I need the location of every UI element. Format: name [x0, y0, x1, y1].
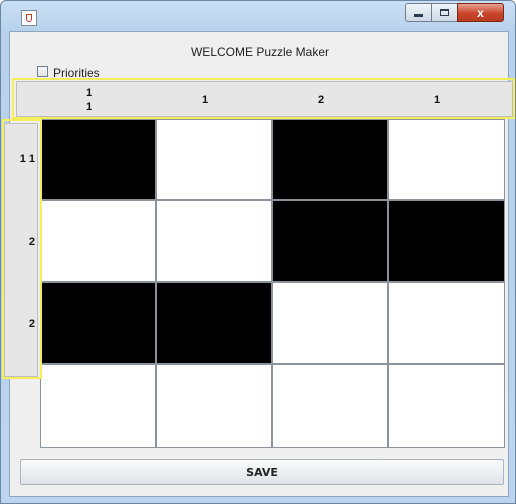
grid-cell-r2-c2[interactable] [157, 201, 271, 281]
grid-cell-r4-c2[interactable] [157, 365, 271, 447]
column-clue-number: 1 [85, 87, 93, 99]
close-button[interactable]: x [457, 3, 504, 22]
column-clue-number: 2 [317, 94, 325, 106]
grid-cell-r1-c3[interactable] [273, 120, 387, 199]
column-clues-bar: 11121 [16, 81, 513, 117]
column-clue-number: 1 [85, 101, 93, 113]
column-clue-3: 2 [263, 82, 379, 118]
grid-cell-r2-c1[interactable] [41, 201, 155, 281]
grid-cell-r4-c1[interactable] [41, 365, 155, 447]
column-clue-number: 1 [433, 94, 441, 106]
close-icon: x [477, 5, 484, 20]
maximize-icon [440, 9, 449, 16]
grid-cell-r2-c4[interactable] [389, 201, 504, 281]
app-window: x WELCOME Puzzle Maker Priorities 11121 … [0, 0, 516, 504]
column-clue-1: 11 [31, 82, 147, 118]
priorities-label[interactable]: Priorities [53, 66, 100, 80]
puzzle-grid [40, 119, 505, 448]
grid-cell-r4-c4[interactable] [389, 365, 504, 447]
column-clue-2: 1 [147, 82, 263, 118]
row-clue-1: 1 1 [19, 153, 35, 165]
row-clue-2: 2 [28, 236, 35, 248]
priorities-checkbox[interactable] [37, 66, 48, 77]
column-clue-4: 1 [379, 82, 495, 118]
grid-cell-r3-c1[interactable] [41, 283, 155, 363]
grid-cell-r2-c3[interactable] [273, 201, 387, 281]
row-clues-bar: 1 1 2 2 [4, 123, 38, 377]
column-clue-number: 1 [201, 94, 209, 106]
welcome-heading: WELCOME Puzzle Maker [190, 45, 330, 59]
title-bar[interactable]: x [1, 1, 516, 31]
grid-cell-r3-c3[interactable] [273, 283, 387, 363]
grid-cell-r1-c2[interactable] [157, 120, 271, 199]
grid-cell-r3-c2[interactable] [157, 283, 271, 363]
save-button[interactable]: SAVE [20, 459, 504, 485]
maximize-button[interactable] [431, 3, 458, 22]
grid-cell-r1-c1[interactable] [41, 120, 155, 199]
grid-cell-r1-c4[interactable] [389, 120, 504, 199]
minimize-icon [414, 14, 423, 17]
minimize-button[interactable] [405, 3, 432, 22]
java-app-icon[interactable] [21, 10, 37, 26]
row-clue-3: 2 [28, 318, 35, 330]
grid-cell-r3-c4[interactable] [389, 283, 504, 363]
grid-cell-r4-c3[interactable] [273, 365, 387, 447]
